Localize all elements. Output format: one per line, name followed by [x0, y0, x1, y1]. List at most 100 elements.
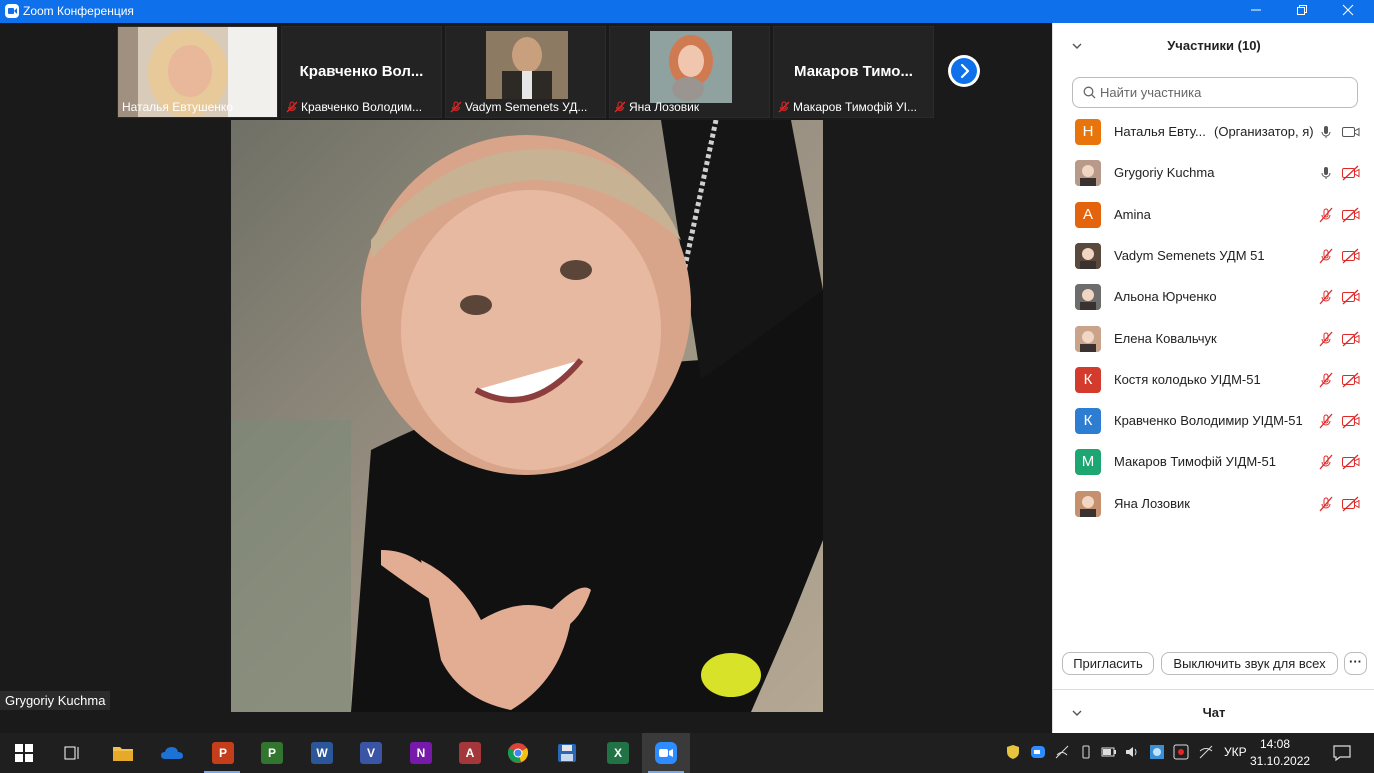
video-thumbnail[interactable]: Наталья Евтушенко: [117, 26, 278, 118]
participants-title: Участники (10): [1167, 38, 1261, 53]
taskbar-app-chrome[interactable]: [494, 733, 542, 773]
window-title: Zoom Конференция: [23, 4, 134, 18]
taskbar-app-project[interactable]: P: [247, 733, 295, 773]
avatar-photo: [1075, 325, 1101, 352]
camera-off-icon[interactable]: [1341, 165, 1361, 181]
thumbnail-big-label: Макаров Тимо...: [794, 63, 913, 80]
security-tray-icon[interactable]: [1173, 744, 1189, 760]
active-speaker-video: [231, 120, 823, 712]
minimize-button[interactable]: [1233, 0, 1279, 23]
participants-header: Участники (10): [1053, 23, 1374, 67]
speaker-name-label: Grygoriy Kuchma: [0, 691, 111, 710]
system-clock[interactable]: 14:08 31.10.2022: [1250, 736, 1310, 770]
zoom-tray-icon[interactable]: [1030, 744, 1046, 760]
avatar-photo: [1075, 160, 1101, 187]
participant-row[interactable]: Альона Юрченко: [1053, 277, 1374, 318]
taskbar-app-access[interactable]: A: [445, 733, 493, 773]
muted-mic-icon[interactable]: [1318, 454, 1334, 470]
close-button[interactable]: [1325, 0, 1371, 23]
battery-icon[interactable]: [1101, 744, 1117, 760]
zoom-icon: [655, 742, 677, 764]
thumbnail-name: Яна Лозовик: [614, 100, 767, 114]
camera-off-icon[interactable]: [1341, 454, 1361, 470]
search-placeholder: Найти участника: [1100, 85, 1202, 100]
camera-off-icon[interactable]: [1341, 289, 1361, 305]
camera-off-icon[interactable]: [1341, 413, 1361, 429]
next-page-button[interactable]: [948, 55, 980, 87]
muted-mic-icon[interactable]: [1318, 289, 1334, 305]
camera-off-icon[interactable]: [1341, 207, 1361, 223]
muted-mic-icon[interactable]: [1318, 496, 1334, 512]
camera-off-icon[interactable]: [1341, 248, 1361, 264]
taskbar-app-powerpoint[interactable]: P: [198, 733, 246, 773]
participant-avatar: К: [1075, 366, 1101, 393]
camera-off-icon[interactable]: [1341, 372, 1361, 388]
taskbar-app-task-view[interactable]: [48, 733, 96, 773]
participant-avatar: [1075, 490, 1101, 517]
taskbar-app-zoom[interactable]: [642, 733, 690, 773]
visio-icon: V: [360, 742, 382, 764]
network-icon[interactable]: [1054, 744, 1070, 760]
camera-icon[interactable]: [1341, 124, 1361, 140]
invite-button[interactable]: Пригласить: [1062, 652, 1154, 675]
video-thumbnail[interactable]: Кравченко Вол... Кравченко Володим...: [281, 26, 442, 118]
taskbar-app-onenote[interactable]: N: [396, 733, 444, 773]
microphone-icon[interactable]: [1318, 165, 1334, 181]
camera-off-icon[interactable]: [1341, 496, 1361, 512]
muted-mic-icon[interactable]: [1318, 372, 1334, 388]
participant-row[interactable]: A Amina: [1053, 195, 1374, 236]
participant-row[interactable]: Яна Лозовик: [1053, 484, 1374, 525]
wifi-off-icon[interactable]: [1198, 744, 1214, 760]
muted-mic-icon: [286, 101, 298, 113]
more-options-button[interactable]: ···: [1344, 652, 1367, 675]
muted-mic-icon[interactable]: [1318, 248, 1334, 264]
participant-row[interactable]: Vadym Semenets УДМ 51: [1053, 236, 1374, 277]
speaker-video-image: [231, 120, 823, 712]
muted-mic-icon[interactable]: [1318, 331, 1334, 347]
participant-role: (Организатор, я): [1214, 124, 1314, 139]
participant-row[interactable]: К Костя колодько УІДМ-51: [1053, 360, 1374, 401]
thumbnail-name: Vadym Semenets УД...: [450, 100, 603, 114]
onenote-icon: N: [410, 742, 432, 764]
chat-header: Чат: [1053, 689, 1374, 733]
taskbar-app-word[interactable]: W: [297, 733, 345, 773]
participant-row[interactable]: К Кравченко Володимир УІДМ-51: [1053, 401, 1374, 442]
restore-button[interactable]: [1279, 0, 1325, 23]
search-participant-input[interactable]: Найти участника: [1072, 77, 1358, 108]
mute-all-button[interactable]: Выключить звук для всех: [1161, 652, 1338, 675]
volume-icon[interactable]: [1124, 744, 1140, 760]
video-thumbnail[interactable]: Макаров Тимо... Макаров Тимофій УІ...: [773, 26, 934, 118]
muted-mic-icon[interactable]: [1318, 207, 1334, 223]
taskbar-app-onedrive[interactable]: [148, 733, 196, 773]
taskbar-app-start[interactable]: [0, 733, 48, 773]
taskbar-app-visio[interactable]: V: [346, 733, 394, 773]
participant-row[interactable]: Елена Ковальчук: [1053, 319, 1374, 360]
chat-title: Чат: [1202, 705, 1226, 720]
usb-icon[interactable]: [1078, 744, 1094, 760]
shield-icon[interactable]: [1005, 744, 1021, 760]
taskbar-app-file-explorer[interactable]: [99, 733, 147, 773]
app-tray-icon[interactable]: [1149, 744, 1165, 760]
minimize-icon: [1251, 9, 1261, 11]
participant-avatar: Н: [1075, 119, 1101, 145]
notification-icon[interactable]: [1332, 743, 1352, 763]
camera-off-icon[interactable]: [1341, 331, 1361, 347]
zoom-app-icon: [5, 4, 19, 18]
video-thumbnail[interactable]: Яна Лозовик: [609, 26, 770, 118]
muted-mic-icon[interactable]: [1318, 413, 1334, 429]
video-thumbnail[interactable]: Vadym Semenets УД...: [445, 26, 606, 118]
participant-name: Костя колодько УІДМ-51: [1114, 371, 1261, 387]
language-indicator[interactable]: УКР: [1224, 745, 1247, 759]
excel-icon: X: [607, 742, 629, 764]
participant-row[interactable]: Н Наталья Евту... (Организатор, я): [1053, 112, 1374, 153]
taskbar-app-save-app[interactable]: [543, 733, 591, 773]
participant-name: Наталья Евту...: [1114, 124, 1206, 139]
participant-row[interactable]: Grygoriy Kuchma: [1053, 153, 1374, 194]
participant-row[interactable]: М Макаров Тимофій УІДМ-51: [1053, 442, 1374, 483]
thumbnail-name: Макаров Тимофій УІ...: [778, 100, 931, 114]
taskbar-app-excel[interactable]: X: [593, 733, 641, 773]
participant-avatar: [1075, 325, 1101, 352]
restore-icon: [1297, 5, 1307, 15]
participant-name: Vadym Semenets УДМ 51: [1114, 247, 1265, 263]
microphone-icon[interactable]: [1318, 124, 1334, 140]
